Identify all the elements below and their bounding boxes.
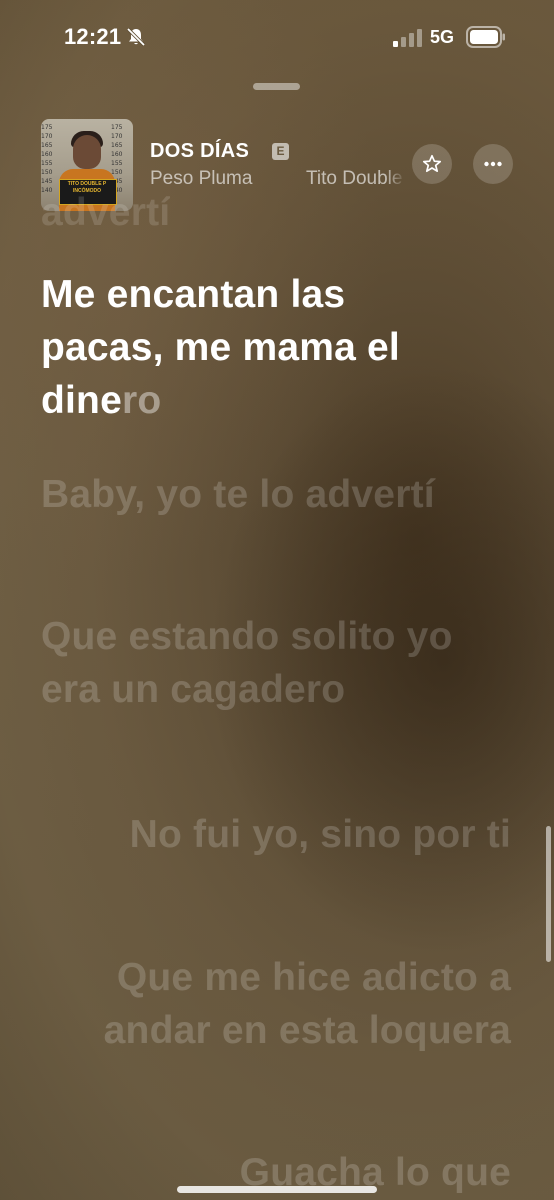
sheet-grabber[interactable] xyxy=(253,83,300,90)
star-icon xyxy=(422,154,442,173)
lyric-line[interactable]: Que me hice adicto a andar en esta loque… xyxy=(71,951,511,1057)
favorite-button[interactable] xyxy=(412,144,452,184)
home-indicator[interactable] xyxy=(177,1186,377,1193)
song-title[interactable]: DOS DÍAS xyxy=(150,140,249,163)
lyric-line[interactable]: Baby, yo te lo advertí xyxy=(41,468,481,521)
artist-name: Tito Double P xyxy=(306,168,406,189)
lyric-unsung-portion: ro xyxy=(121,379,162,422)
explicit-badge: E xyxy=(272,143,289,160)
lyrics-scrollbar[interactable] xyxy=(546,826,551,962)
artist-names[interactable]: Peso Pluma Tito Double P xyxy=(136,168,406,192)
lyric-current-line[interactable]: Me encantan las pacas, me mama el dinero xyxy=(41,268,461,427)
lyric-line[interactable]: No fui yo, sino por ti xyxy=(71,808,511,861)
more-options-button[interactable] xyxy=(473,144,513,184)
lyric-line[interactable]: Que estando solito yo era un cagadero xyxy=(41,610,481,716)
status-bar: 12:21 5G xyxy=(0,0,554,76)
battery-icon xyxy=(466,26,505,48)
status-time: 12:21 xyxy=(64,24,122,49)
signal-icon xyxy=(393,29,422,47)
bell-slash-icon xyxy=(126,27,146,47)
ellipsis-icon xyxy=(484,161,502,167)
network-type: 5G xyxy=(430,27,455,47)
lyric-sung-portion: Me encantan las pacas, me mama el dine xyxy=(41,273,400,422)
lyric-previous-line[interactable]: advertí xyxy=(41,186,170,226)
